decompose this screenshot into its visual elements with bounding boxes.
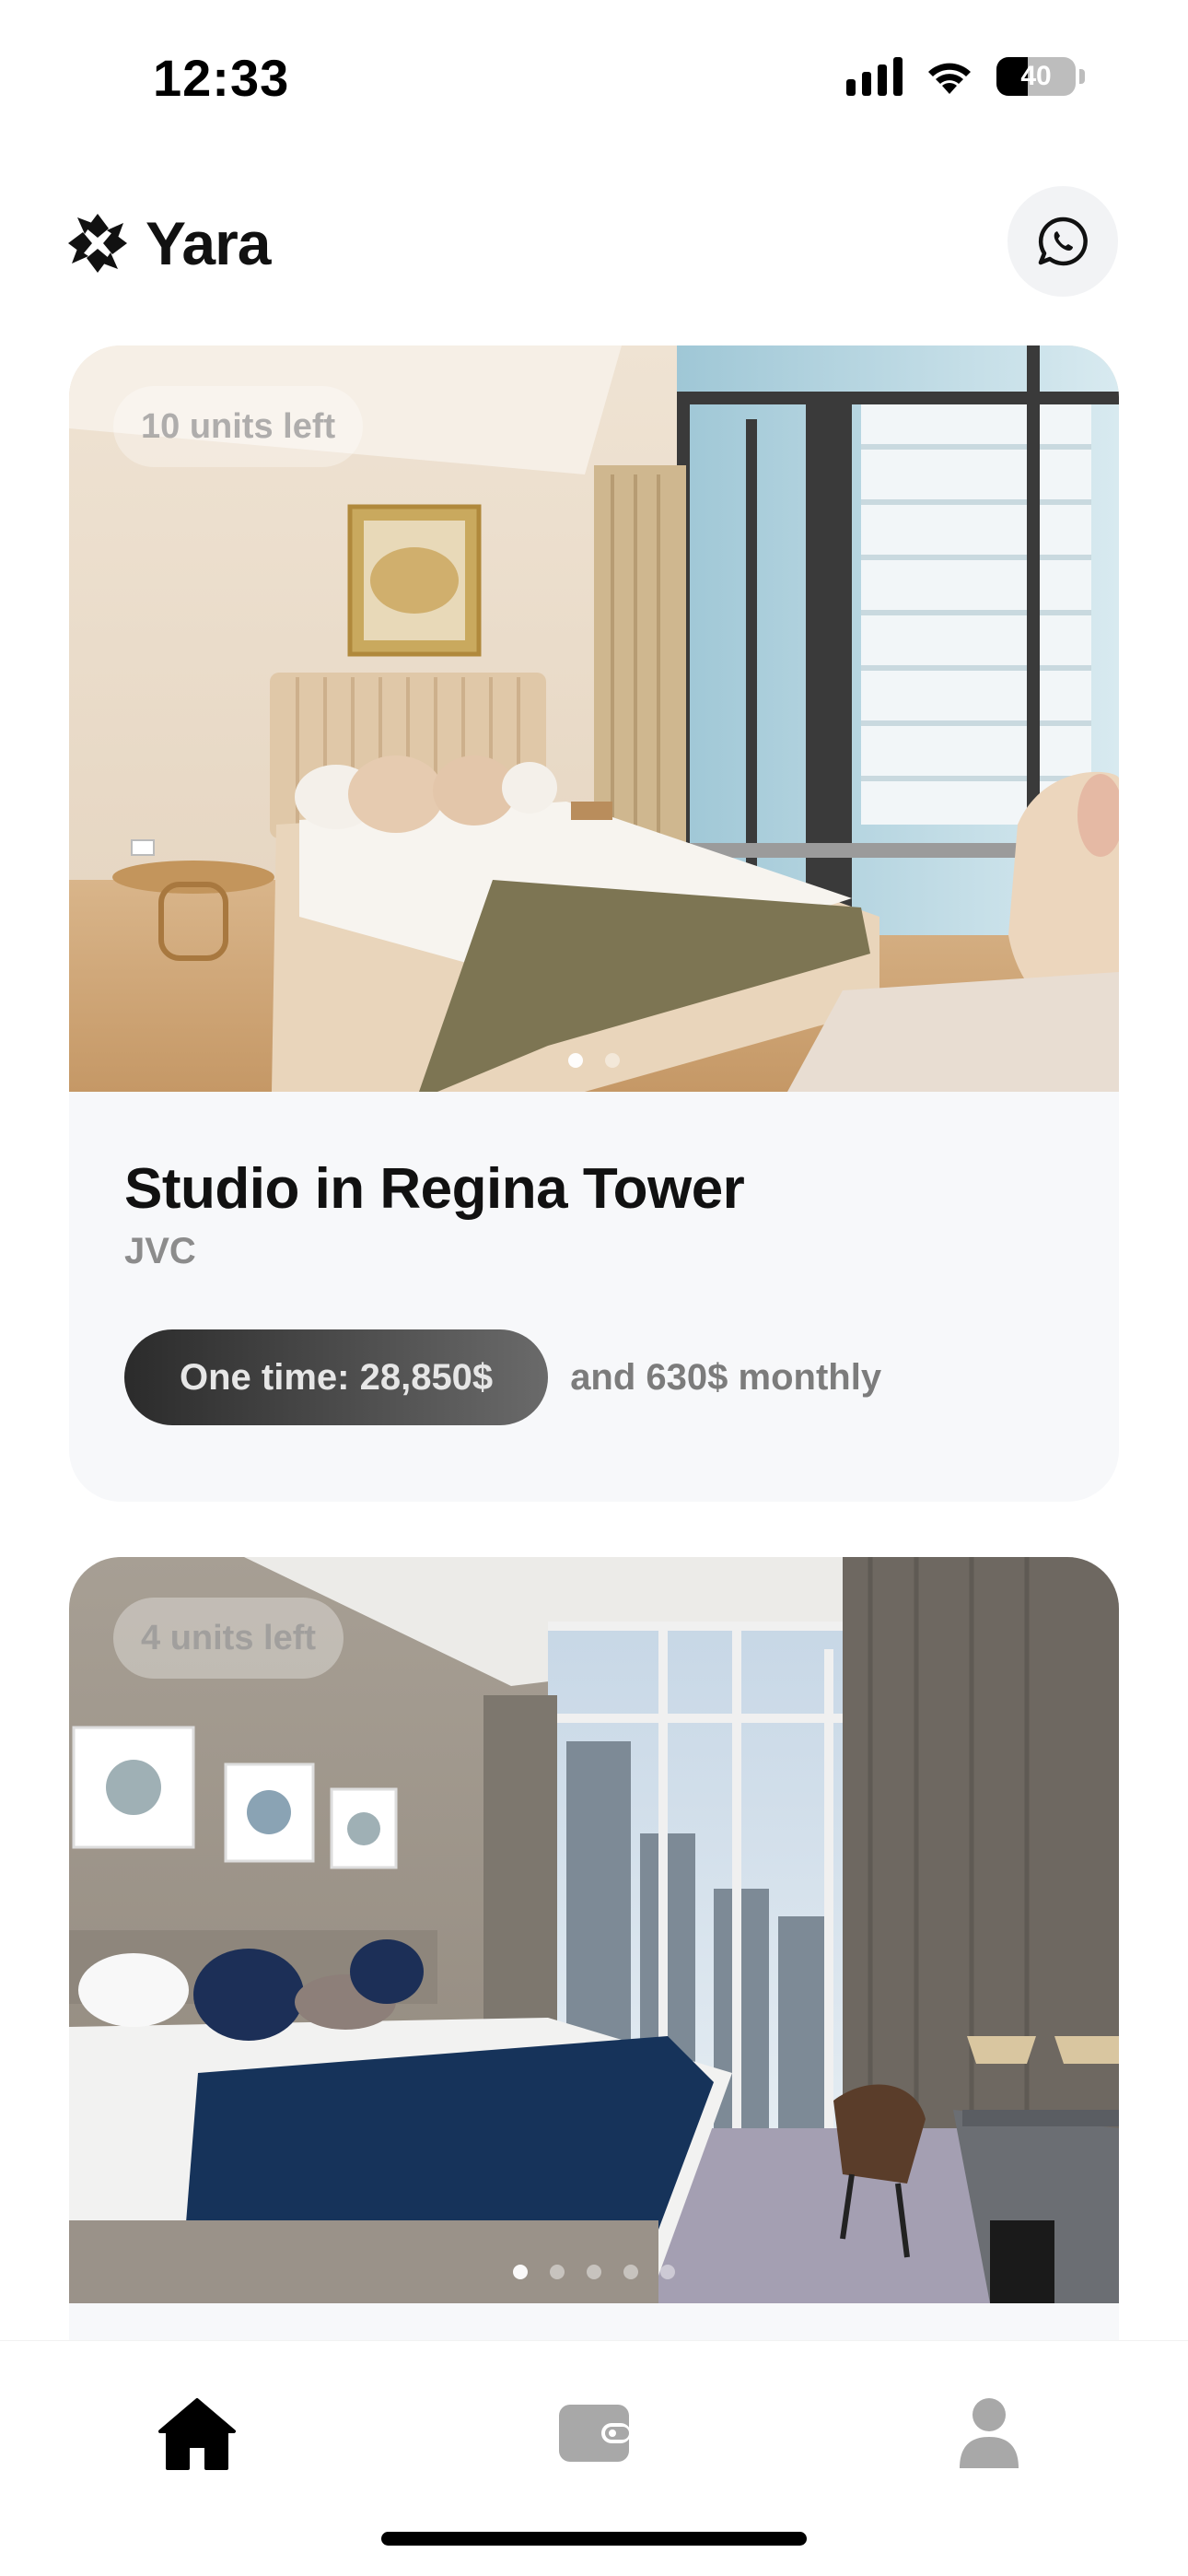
app-header: Yara xyxy=(0,175,1188,304)
app-name: Yara xyxy=(146,209,271,277)
cellular-signal-icon xyxy=(846,57,903,96)
carousel-dot[interactable] xyxy=(660,2265,675,2279)
carousel-dot[interactable] xyxy=(587,2265,601,2279)
units-left-badge: 10 units left xyxy=(113,386,364,467)
listing-photo[interactable]: 4 units left xyxy=(69,1557,1119,2303)
carousel-dot[interactable] xyxy=(605,1053,620,1068)
wifi-icon xyxy=(928,63,971,94)
carousel-dots xyxy=(69,1053,1119,1068)
listing-card[interactable]: 10 units left Studio in Regina Tower JVC… xyxy=(69,345,1119,1502)
home-indicator[interactable] xyxy=(381,2532,807,2546)
tab-wallet[interactable] xyxy=(539,2378,649,2488)
battery-icon: 40 xyxy=(996,57,1076,96)
carousel-dot[interactable] xyxy=(568,1053,583,1068)
screen: 12:33 40 Yara 10 units left Studio in Re… xyxy=(0,0,1188,2576)
whatsapp-icon xyxy=(1038,217,1088,266)
status-icons: 40 xyxy=(846,57,1085,96)
carousel-dots xyxy=(69,2265,1119,2279)
tab-profile[interactable] xyxy=(934,2378,1044,2488)
carousel-dot[interactable] xyxy=(550,2265,565,2279)
battery-level: 40 xyxy=(1020,61,1052,91)
listing-title: Studio in Regina Tower xyxy=(124,1157,745,1221)
whatsapp-button[interactable] xyxy=(1007,186,1118,297)
wallet-icon xyxy=(559,2405,631,2462)
status-time: 12:33 xyxy=(153,49,290,107)
home-icon xyxy=(158,2398,236,2470)
price-row: One time: 28,850$ and 630$ monthly xyxy=(124,1329,1064,1425)
logo[interactable]: Yara xyxy=(64,208,271,278)
listing-photo[interactable]: 10 units left xyxy=(69,345,1119,1092)
status-bar: 12:33 40 xyxy=(0,0,1188,157)
yara-logo-icon xyxy=(68,214,127,273)
tab-home[interactable] xyxy=(142,2378,252,2488)
carousel-dot[interactable] xyxy=(513,2265,528,2279)
monthly-price: and 630$ monthly xyxy=(570,1356,882,1398)
profile-icon xyxy=(960,2398,1019,2468)
listing-location: JVC xyxy=(124,1231,196,1271)
listing-info: Studio in Regina Tower JVC One time: 28,… xyxy=(124,1156,1064,1425)
units-left-badge: 4 units left xyxy=(113,1598,344,1679)
one-time-price-pill[interactable]: One time: 28,850$ xyxy=(124,1329,549,1425)
battery-nub xyxy=(1079,69,1085,84)
carousel-dot[interactable] xyxy=(623,2265,638,2279)
